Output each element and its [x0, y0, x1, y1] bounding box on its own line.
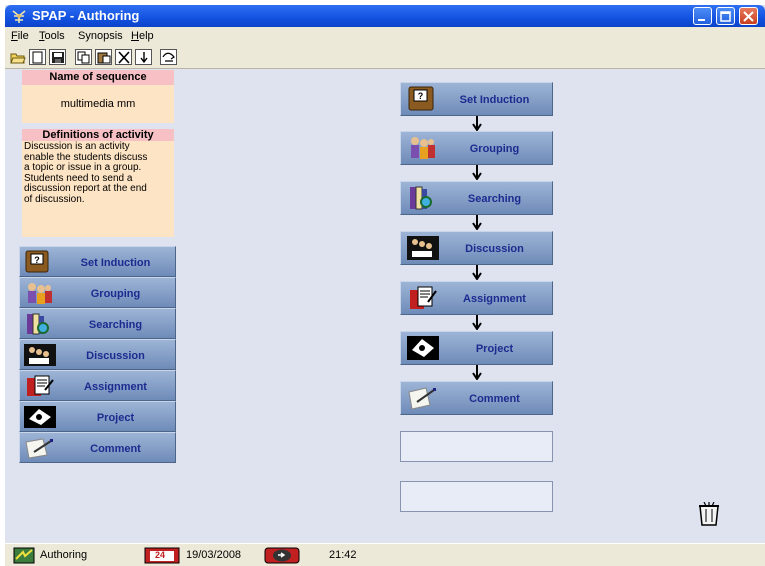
open-folder-icon: [10, 53, 26, 64]
flow-step-set-induction[interactable]: ? Set Induction: [400, 82, 553, 116]
flow-empty-slot[interactable]: [400, 431, 553, 462]
copy-icon: [77, 51, 90, 64]
status-bar: Authoring 24 19/03/2008 21:42: [5, 543, 765, 566]
flow-step-label: Discussion: [465, 243, 524, 255]
svg-text:?: ?: [418, 91, 424, 101]
menu-tools[interactable]: Tools: [39, 30, 65, 42]
palette-set-induction[interactable]: ? Set Induction: [19, 246, 176, 277]
search-books-icon: [410, 186, 432, 210]
menu-help[interactable]: Help: [131, 30, 154, 42]
discussion-icon: [407, 236, 439, 260]
title-bar[interactable]: SPAP - Authoring: [5, 5, 765, 27]
flow-step-searching[interactable]: Searching: [400, 181, 553, 215]
toolbar: [5, 46, 765, 69]
flow-step-project[interactable]: Project: [400, 331, 553, 365]
flow-step-label: Assignment: [463, 293, 526, 305]
question-book-icon: ?: [408, 86, 434, 111]
flow-step-grouping[interactable]: Grouping: [400, 131, 553, 165]
palette-discussion[interactable]: Discussion: [19, 339, 176, 370]
minimize-icon: [698, 19, 705, 21]
application-window: SPAP - Authoring File Tools Synopsis Hel…: [5, 5, 765, 566]
delete-button[interactable]: [115, 49, 132, 65]
menu-bar: File Tools Synopsis Help: [5, 27, 765, 46]
flow-step-label: Grouping: [469, 143, 520, 155]
project-icon: [24, 406, 56, 428]
flow-step-label: Searching: [467, 193, 522, 205]
menu-file[interactable]: File: [11, 30, 29, 42]
status-date: 19/03/2008: [186, 549, 242, 561]
flow-arrow-icon: [472, 265, 482, 280]
palette-label: Assignment: [84, 381, 147, 393]
move-down-button[interactable]: [135, 49, 152, 65]
assignment-icon: [410, 286, 437, 309]
sequence-name-value[interactable]: multimedia mm: [22, 98, 174, 110]
discussion-icon: [24, 344, 56, 366]
assignment-icon: [27, 375, 54, 396]
comment-pen-icon: [25, 438, 53, 459]
palette-project[interactable]: Project: [19, 401, 176, 432]
palette-grouping[interactable]: Grouping: [19, 277, 176, 308]
palette-label: Comment: [90, 443, 141, 455]
run-icon: [162, 52, 175, 62]
flow-step-label: Set Induction: [459, 94, 530, 106]
palette-label: Set Induction: [80, 257, 151, 269]
question-book-icon: ?: [25, 250, 49, 273]
sequence-name-header: Name of sequence: [22, 70, 174, 85]
run-button[interactable]: [160, 49, 177, 65]
activity-palette: ? Set Induction Grouping Searching Discu…: [19, 246, 176, 468]
close-button[interactable]: [739, 7, 758, 25]
maximize-button[interactable]: [716, 7, 735, 25]
paste-button[interactable]: [95, 49, 112, 65]
clock-icon: [264, 547, 300, 564]
menu-synopsis[interactable]: Synopsis: [78, 30, 123, 42]
flow-step-discussion[interactable]: Discussion: [400, 231, 553, 265]
palette-comment[interactable]: Comment: [19, 432, 176, 463]
activity-definition-header: Definitions of activity: [22, 129, 174, 141]
trash-icon[interactable]: [698, 502, 720, 526]
palette-searching[interactable]: Searching: [19, 308, 176, 339]
sequence-name-panel: Name of sequence multimedia mm: [22, 70, 174, 123]
save-button[interactable]: [49, 49, 66, 65]
delete-icon: [118, 51, 130, 64]
calendar-day: 24: [155, 550, 166, 560]
move-down-icon: [140, 52, 148, 64]
antenna-icon: [12, 10, 26, 23]
flow-arrow-icon: [472, 215, 482, 230]
new-document-icon: [32, 51, 43, 64]
group-people-icon: [28, 283, 52, 304]
copy-button[interactable]: [75, 49, 92, 65]
flow-arrow-icon: [472, 365, 482, 380]
window-title: SPAP - Authoring: [32, 8, 140, 23]
flow-step-assignment[interactable]: Assignment: [400, 281, 553, 315]
comment-pen-icon: [408, 387, 436, 410]
open-button[interactable]: [9, 49, 26, 65]
activity-definition-panel: Definitions of activity Discussion is an…: [22, 129, 174, 237]
flow-arrow-icon: [472, 116, 482, 131]
authoring-icon: [13, 547, 35, 564]
flow-step-label: Project: [475, 343, 514, 355]
palette-label: Discussion: [86, 350, 145, 362]
group-people-icon: [411, 137, 435, 159]
minimize-button[interactable]: [693, 7, 712, 25]
palette-label: Project: [96, 412, 135, 424]
activity-definition-text: Discussion is an activity enable the stu…: [24, 141, 148, 205]
flow-empty-slot[interactable]: [400, 481, 553, 512]
palette-label: Grouping: [90, 288, 141, 300]
palette-label: Searching: [88, 319, 143, 331]
close-icon: [743, 11, 754, 22]
svg-text:?: ?: [34, 255, 40, 265]
flow-arrow-icon: [472, 315, 482, 330]
new-button[interactable]: [29, 49, 46, 65]
paste-icon: [97, 52, 111, 64]
flow-step-label: Comment: [469, 393, 520, 405]
status-time: 21:42: [329, 549, 357, 561]
maximize-icon: [720, 11, 731, 22]
save-icon: [52, 52, 64, 63]
flow-arrow-icon: [472, 165, 482, 180]
search-books-icon: [27, 313, 49, 335]
project-icon: [407, 336, 439, 360]
palette-assignment[interactable]: Assignment: [19, 370, 176, 401]
status-mode: Authoring: [40, 549, 88, 561]
flow-step-comment[interactable]: Comment: [400, 381, 553, 415]
